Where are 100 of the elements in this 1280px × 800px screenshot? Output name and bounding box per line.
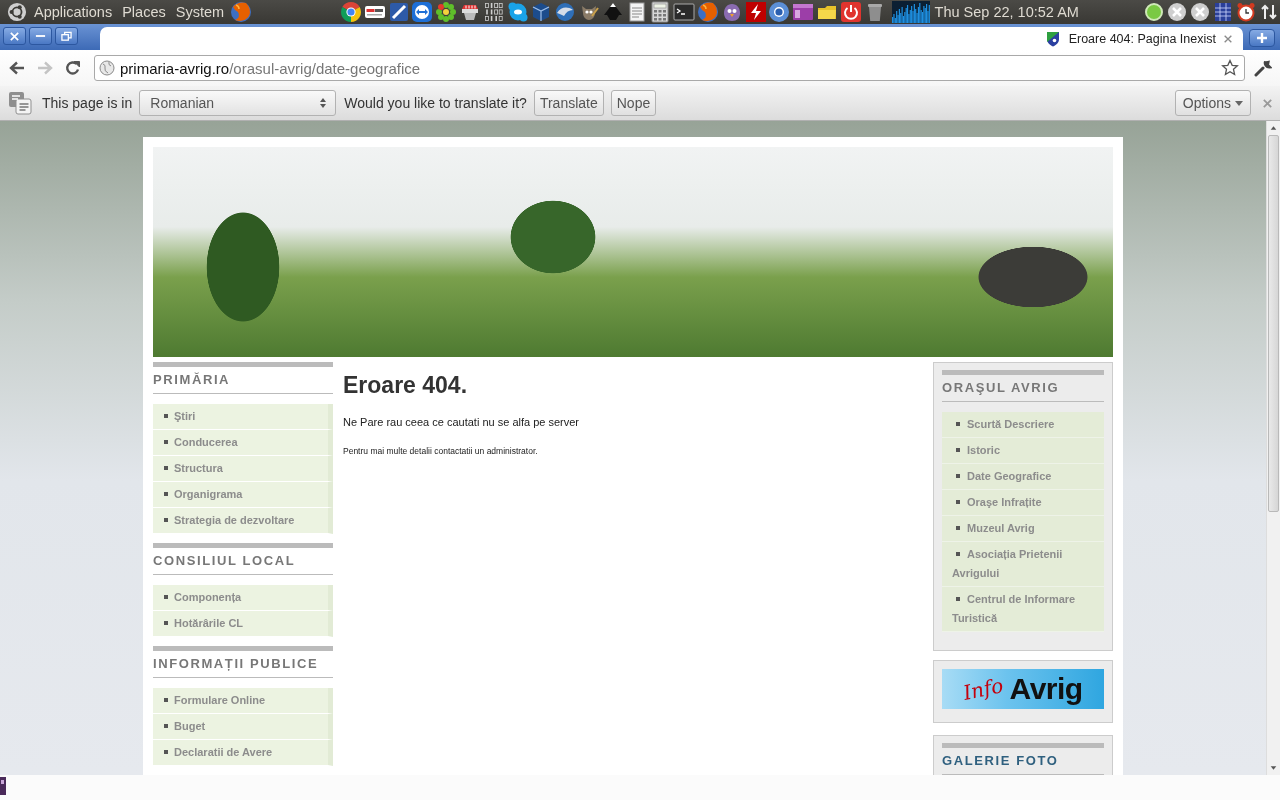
menu-item[interactable]: Oraşe Infrațite <box>942 490 1104 516</box>
close-window-button[interactable] <box>3 27 26 45</box>
minimize-icon <box>35 34 46 38</box>
menu-item[interactable]: Asociația Prietenii Avrigului <box>942 542 1104 587</box>
bullet-icon <box>956 526 960 531</box>
bolt-tile-icon[interactable] <box>744 1 767 23</box>
caret-icon <box>1235 100 1243 106</box>
star-icon[interactable] <box>1221 59 1239 77</box>
new-tab-button[interactable] <box>1249 29 1275 47</box>
close-icon <box>9 30 20 42</box>
swirl-globe-icon[interactable] <box>697 1 719 23</box>
shield-icon <box>1045 30 1060 47</box>
error-heading: Eroare 404. <box>343 371 469 399</box>
info-banner[interactable]: Info Avrig <box>942 669 1104 709</box>
close-icon <box>1223 33 1233 44</box>
window-icon[interactable] <box>792 1 815 23</box>
bullet-icon <box>956 474 960 479</box>
menu-item[interactable]: Hotărârile CL <box>153 611 333 637</box>
peak-icon[interactable] <box>601 1 624 23</box>
translate-bar-button[interactable]: Translate <box>533 90 604 116</box>
bullet-icon <box>164 440 168 445</box>
browser-tab[interactable]: Eroare 404: Pagina Inexist <box>100 27 1243 50</box>
language-dropdown[interactable]: Romanian <box>139 90 337 116</box>
translate-bar-button[interactable]: Nope <box>610 90 657 116</box>
bullet-icon <box>164 621 168 626</box>
terminal-icon[interactable] <box>673 1 696 23</box>
bullet-icon <box>956 597 960 602</box>
translate-question: Would you like to translate it? <box>344 95 527 111</box>
swirl-globe-icon[interactable] <box>230 1 253 23</box>
menu-item[interactable]: Strategia de dezvoltare <box>153 508 333 534</box>
load-graph-icon[interactable] <box>891 1 930 23</box>
banner-script-text: Info <box>961 673 1006 705</box>
ring-logo-icon[interactable] <box>7 2 27 22</box>
section-heading: CONSILIUL LOCAL <box>153 548 333 575</box>
section-heading: INFORMAȚII PUBLICE <box>153 651 333 678</box>
panel-menu[interactable]: System <box>175 4 225 20</box>
bit-grid-icon[interactable] <box>482 1 505 23</box>
menu-item[interactable]: Formulare Online <box>153 688 333 714</box>
menu-item[interactable]: Buget <box>153 714 333 740</box>
panel-menu[interactable]: Places <box>122 4 166 20</box>
up-down-caret-icon <box>319 97 328 109</box>
arrows-tile-icon[interactable] <box>411 1 434 23</box>
restore-icon <box>61 30 72 42</box>
ring-icon[interactable] <box>768 1 791 23</box>
clock[interactable]: Thu Sep 22, 10:52 AM <box>934 4 1079 20</box>
menu-item[interactable]: Declaratii de Avere <box>153 740 333 766</box>
applet-icon[interactable] <box>0 777 6 795</box>
segmented-circle-icon[interactable] <box>340 1 363 23</box>
bullet-icon <box>956 500 960 505</box>
bullet-icon <box>164 492 168 497</box>
options-button[interactable]: Options <box>1174 90 1251 116</box>
globe-icon <box>99 60 115 76</box>
menu-item[interactable]: Muzeul Avrig <box>942 516 1104 542</box>
bullet-icon <box>164 595 168 600</box>
cross-circle-icon[interactable] <box>1189 1 1211 23</box>
cross-circle-icon[interactable] <box>1166 1 1188 23</box>
menu-item[interactable]: Ştiri <box>153 404 333 430</box>
address-field[interactable]: primaria-avrig.ro/orasul-avrig/date-geografice <box>94 55 1245 81</box>
error-message: Ne Pare rau ceea ce cautati nu se alfa pe server <box>343 416 581 429</box>
menu-item[interactable]: Istoric <box>942 438 1104 464</box>
alarm-clock-icon[interactable] <box>1235 1 1257 23</box>
cloud-icon[interactable] <box>506 1 529 23</box>
bullet-icon <box>164 698 168 703</box>
menu-item[interactable]: Conducerea <box>153 430 333 456</box>
bullet-icon <box>164 750 168 755</box>
translate-icon <box>8 91 32 115</box>
swoosh-circle-icon[interactable] <box>554 1 577 23</box>
back-arrow-icon <box>9 61 25 75</box>
menu-item[interactable]: Structura <box>153 456 333 482</box>
bullet-icon <box>956 448 960 453</box>
flower-icon[interactable] <box>435 1 458 23</box>
panel-menu[interactable]: Applications <box>34 4 113 20</box>
bullet-icon <box>164 518 168 523</box>
section-heading: ORAŞUL AVRIG <box>942 375 1104 402</box>
reload-icon <box>65 60 81 76</box>
scrollbar[interactable] <box>1266 121 1280 775</box>
striped-tile-icon[interactable] <box>387 1 410 23</box>
scroll-thumb[interactable] <box>1268 135 1279 512</box>
close-icon <box>1261 97 1273 109</box>
grid-icon[interactable] <box>1212 1 1234 23</box>
bullet-icon <box>164 466 168 471</box>
menu-item[interactable]: Scurtă Descriere <box>942 412 1104 438</box>
minimize-button[interactable] <box>29 27 52 45</box>
wrench-icon <box>1254 59 1272 77</box>
menu-item[interactable]: Centrul de Informare Turistică <box>942 587 1104 632</box>
power-icon[interactable] <box>839 1 862 23</box>
contact-note: Pentru mai multe detalii contactatii un administrator. <box>343 446 539 456</box>
status-dot-icon[interactable] <box>1143 1 1165 23</box>
menu-item[interactable]: Organigrama <box>153 482 333 508</box>
bullet-icon <box>164 414 168 419</box>
section-heading: PRIMĂRIA <box>153 367 333 394</box>
banner-title: Avrig <box>1009 672 1083 706</box>
bullet-icon <box>956 552 960 557</box>
menu-item[interactable]: Componența <box>153 585 333 611</box>
forward-arrow-icon <box>37 61 53 75</box>
menu-item[interactable]: Date Geografice <box>942 464 1104 490</box>
plus-icon <box>1256 32 1268 44</box>
translate-prompt: This page is in <box>42 95 133 111</box>
restore-button[interactable] <box>55 27 78 45</box>
calculator-icon[interactable] <box>649 1 672 23</box>
